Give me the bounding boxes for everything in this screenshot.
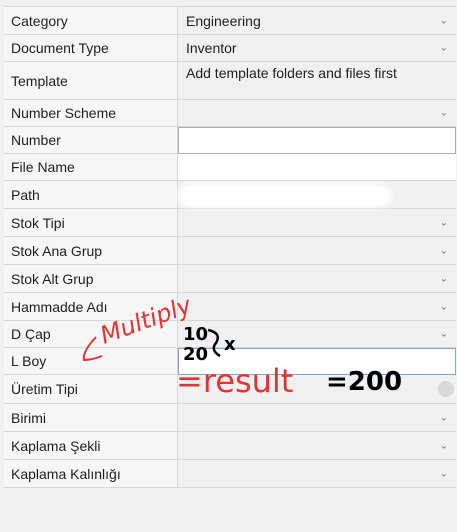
- stok-ana-grup-dropdown[interactable]: ⌄: [178, 237, 456, 265]
- kaplama-sekli-label: Kaplama Şekli: [4, 432, 178, 460]
- row-stok-tipi: Stok Tipi ⌄: [4, 209, 456, 237]
- path-label: Path: [4, 181, 178, 209]
- row-kaplama-kalinligi: Kaplama Kalınlığı ⌄: [4, 460, 456, 488]
- birimi-label: Birimi: [4, 404, 178, 432]
- document-type-label: Document Type: [4, 35, 178, 62]
- kaplama-kalinligi-label: Kaplama Kalınlığı: [4, 460, 178, 488]
- chevron-down-icon: ⌄: [439, 301, 448, 312]
- row-path: Path: [4, 181, 456, 209]
- template-label: Template: [4, 62, 178, 100]
- path-field[interactable]: [178, 181, 456, 209]
- redacted-path-blur: [182, 188, 388, 204]
- circle-icon: [438, 381, 454, 397]
- category-label: Category: [4, 7, 178, 35]
- kaplama-kalinligi-dropdown[interactable]: ⌄: [178, 460, 456, 488]
- chevron-down-icon: ⌄: [439, 245, 448, 256]
- stok-tipi-label: Stok Tipi: [4, 209, 178, 237]
- file-name-label: File Name: [4, 154, 178, 181]
- property-grid: Category Engineering ⌄ Document Type Inv…: [4, 6, 456, 488]
- hammadde-adi-label: Hammadde Adı: [4, 293, 178, 321]
- row-number-scheme: Number Scheme ⌄: [4, 100, 456, 127]
- row-birimi: Birimi ⌄: [4, 404, 456, 432]
- stok-tipi-dropdown[interactable]: ⌄: [178, 209, 456, 237]
- row-document-type: Document Type Inventor ⌄: [4, 35, 456, 62]
- category-value: Engineering: [186, 12, 261, 29]
- d-cap-label: D Çap: [4, 321, 178, 348]
- template-value: Add template folders and files first: [186, 65, 397, 81]
- d-cap-dropdown[interactable]: ⌄: [178, 321, 456, 348]
- chevron-down-icon: ⌄: [439, 412, 448, 423]
- chevron-down-icon: ⌄: [439, 217, 448, 228]
- stok-ana-grup-label: Stok Ana Grup: [4, 237, 178, 265]
- document-type-dropdown[interactable]: Inventor ⌄: [178, 35, 456, 62]
- template-field[interactable]: Add template folders and files first: [178, 62, 456, 100]
- chevron-down-icon: ⌄: [439, 328, 448, 340]
- stok-alt-grup-dropdown[interactable]: ⌄: [178, 265, 456, 293]
- row-template: Template Add template folders and files …: [4, 62, 456, 100]
- row-stok-ana-grup: Stok Ana Grup ⌄: [4, 237, 456, 265]
- chevron-down-icon: ⌄: [439, 468, 448, 479]
- file-name-input[interactable]: [178, 154, 456, 181]
- row-hammadde-adi: Hammadde Adı ⌄: [4, 293, 456, 321]
- birimi-dropdown[interactable]: ⌄: [178, 404, 456, 432]
- l-boy-input[interactable]: [178, 348, 456, 375]
- row-stok-alt-grup: Stok Alt Grup ⌄: [4, 265, 456, 293]
- number-scheme-label: Number Scheme: [4, 100, 178, 127]
- uretim-tipi-field[interactable]: [178, 375, 456, 404]
- document-type-value: Inventor: [186, 40, 237, 56]
- chevron-down-icon: ⌄: [439, 42, 448, 54]
- number-input[interactable]: [178, 127, 456, 154]
- stok-alt-grup-label: Stok Alt Grup: [4, 265, 178, 293]
- row-category: Category Engineering ⌄: [4, 7, 456, 35]
- row-uretim-tipi: Üretim Tipi: [4, 375, 456, 404]
- row-file-name: File Name: [4, 154, 456, 181]
- chevron-down-icon: ⌄: [439, 440, 448, 451]
- hammadde-adi-dropdown[interactable]: ⌄: [178, 293, 456, 321]
- kaplama-sekli-dropdown[interactable]: ⌄: [178, 432, 456, 460]
- category-dropdown[interactable]: Engineering ⌄: [178, 7, 456, 35]
- number-label: Number: [4, 127, 178, 154]
- uretim-tipi-label: Üretim Tipi: [4, 375, 178, 404]
- row-kaplama-sekli: Kaplama Şekli ⌄: [4, 432, 456, 460]
- chevron-down-icon: ⌄: [439, 273, 448, 284]
- row-l-boy: L Boy: [4, 348, 456, 375]
- chevron-down-icon: ⌄: [439, 15, 448, 26]
- l-boy-label: L Boy: [4, 348, 178, 375]
- number-scheme-dropdown[interactable]: ⌄: [178, 100, 456, 127]
- row-d-cap: D Çap ⌄: [4, 321, 456, 348]
- row-number: Number: [4, 127, 456, 154]
- chevron-down-icon: ⌄: [439, 107, 448, 119]
